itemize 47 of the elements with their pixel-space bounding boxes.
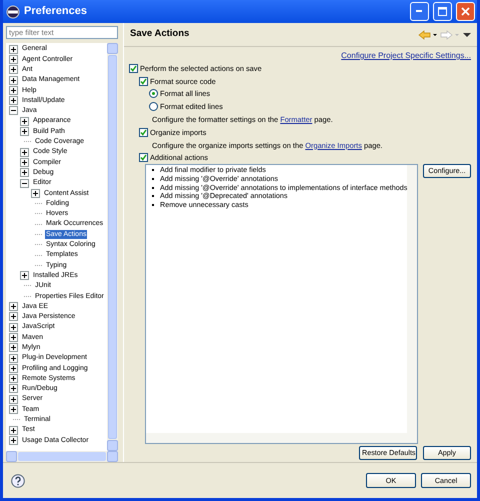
app-icon — [6, 4, 20, 18]
window-title: Preferences — [24, 4, 88, 20]
expand-icon[interactable] — [9, 332, 18, 342]
checkbox[interactable] — [139, 76, 148, 86]
help-icon[interactable] — [11, 474, 25, 488]
expand-icon[interactable] — [9, 436, 18, 445]
maximize-icon — [438, 7, 447, 16]
checkbox[interactable] — [139, 153, 148, 162]
maximize-button[interactable] — [433, 2, 452, 21]
expand-icon[interactable] — [9, 343, 18, 352]
expand-icon[interactable] — [9, 374, 18, 384]
collapse-icon[interactable] — [9, 106, 18, 116]
expand-icon[interactable] — [20, 116, 29, 126]
page-title: Save Actions — [130, 27, 190, 42]
expand-icon[interactable] — [9, 86, 18, 95]
expand-icon[interactable] — [9, 65, 18, 74]
expand-icon[interactable] — [20, 158, 29, 167]
expand-icon[interactable] — [20, 148, 29, 157]
expand-icon[interactable] — [9, 354, 18, 363]
minimize-icon — [416, 10, 423, 13]
expand-icon[interactable] — [20, 168, 29, 178]
checkbox[interactable] — [139, 128, 148, 137]
expand-icon[interactable] — [9, 302, 18, 312]
minimize-button[interactable] — [410, 2, 429, 21]
close-icon — [461, 7, 470, 16]
expand-icon[interactable] — [9, 312, 18, 322]
expand-icon[interactable] — [9, 384, 18, 394]
expand-icon[interactable] — [20, 127, 29, 136]
radio-button[interactable] — [149, 102, 158, 112]
close-button[interactable] — [456, 2, 475, 21]
expand-icon[interactable] — [9, 394, 18, 404]
expand-icon[interactable] — [9, 96, 18, 106]
expand-icon[interactable] — [9, 54, 18, 64]
menu-icon[interactable] — [463, 32, 471, 38]
checkbox[interactable] — [129, 64, 138, 73]
expand-icon[interactable] — [20, 271, 29, 280]
project-settings-link[interactable]: Configure Project Specific Settings... — [341, 50, 471, 62]
expand-icon[interactable] — [9, 364, 18, 373]
expand-icon[interactable] — [9, 44, 18, 54]
expand-icon[interactable] — [9, 405, 18, 414]
expand-icon[interactable] — [9, 322, 18, 332]
expand-icon[interactable] — [31, 188, 40, 198]
expand-icon[interactable] — [9, 426, 18, 435]
back-icon[interactable] — [418, 30, 438, 40]
expand-icon[interactable] — [9, 76, 18, 85]
radio-button[interactable] — [149, 89, 158, 98]
collapse-icon[interactable] — [20, 178, 29, 188]
